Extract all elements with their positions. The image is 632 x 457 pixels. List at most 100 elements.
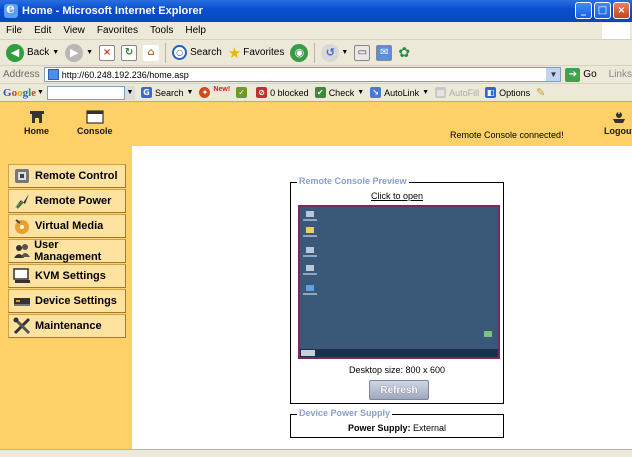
back-arrow-icon: ◀ bbox=[6, 43, 24, 62]
home-nav-link[interactable]: Home bbox=[24, 110, 49, 136]
address-input[interactable]: http://60.248.192.236/home.asp ▼ bbox=[43, 67, 562, 82]
google-search-button[interactable]: G Search ▼ bbox=[140, 87, 194, 98]
connection-status-text: Remote Console connected! bbox=[450, 130, 564, 140]
remote-control-icon bbox=[11, 165, 33, 187]
minimize-button[interactable]: _ bbox=[575, 2, 592, 19]
google-g-icon: G bbox=[140, 87, 152, 98]
forward-arrow-icon: ▶ bbox=[65, 43, 84, 62]
menu-bar: File Edit View Favorites Tools Help bbox=[0, 22, 632, 40]
standard-toolbar: ◀ Back ▼ ▶ ▼ × ↻ ⌂ ○ Search ★ Favorites … bbox=[0, 40, 632, 66]
sidebar-item-device-settings[interactable]: Device Settings bbox=[8, 289, 126, 313]
console-nav-link[interactable]: Console bbox=[77, 110, 113, 136]
stop-button[interactable]: × bbox=[99, 44, 116, 61]
menu-help[interactable]: Help bbox=[179, 25, 212, 36]
star-icon: ★ bbox=[227, 44, 242, 62]
sidebar-item-remote-control[interactable]: Remote Control bbox=[8, 164, 126, 188]
sidebar-item-label: Virtual Media bbox=[35, 220, 104, 232]
spellcheck-icon: ✔ bbox=[314, 87, 326, 98]
page-viewport: Home Console Remote Console connected! L… bbox=[0, 102, 632, 449]
search-dropdown-icon: ▼ bbox=[186, 89, 194, 96]
power-legend: Device Power Supply bbox=[297, 408, 393, 418]
google-toolbar: Google ▼ ▼ G Search ▼ ✦ New! ✓ ⊘ 0 block… bbox=[0, 84, 632, 102]
address-dropdown-icon[interactable]: ▼ bbox=[546, 68, 561, 81]
go-arrow-icon[interactable]: ➔ bbox=[565, 67, 581, 82]
forward-button[interactable]: ▶ ▼ bbox=[65, 43, 93, 62]
autolink-button[interactable]: ↘ AutoLink ▼ bbox=[370, 87, 429, 98]
desktop-icon-label bbox=[303, 255, 317, 257]
toolbar-divider bbox=[314, 42, 316, 63]
back-button[interactable]: ◀ Back ▼ bbox=[6, 43, 59, 62]
sidebar-item-kvm-settings[interactable]: KVM Settings bbox=[8, 264, 126, 288]
popup-blocker-button[interactable]: ⊘ 0 blocked bbox=[256, 87, 309, 98]
history-button[interactable]: ↺ ▼ bbox=[321, 43, 349, 62]
check-label: Check bbox=[328, 87, 355, 98]
options-label: Options bbox=[499, 87, 531, 98]
logout-link[interactable]: Logout bbox=[604, 110, 632, 136]
home-icon bbox=[29, 111, 44, 123]
back-dropdown-icon[interactable]: ▼ bbox=[52, 49, 59, 56]
console-label: Console bbox=[77, 126, 113, 136]
google-search-input[interactable] bbox=[46, 85, 125, 100]
highlighter-button[interactable]: ✎ bbox=[536, 86, 545, 99]
spellcheck-button[interactable]: ✔ Check ▼ bbox=[314, 87, 364, 98]
google-search-label: Search bbox=[154, 87, 184, 98]
media-button[interactable]: ◉ bbox=[290, 43, 309, 62]
go-button[interactable]: Go bbox=[583, 69, 596, 80]
google-logo[interactable]: Google bbox=[3, 87, 36, 99]
sidebar-item-label: Remote Power bbox=[35, 195, 112, 207]
news-button[interactable]: ✦ New! bbox=[199, 86, 230, 98]
sidebar-item-user-management[interactable]: User Management bbox=[8, 239, 126, 263]
autolink-icon: ↘ bbox=[370, 87, 382, 98]
house-icon: ⌂ bbox=[143, 44, 160, 61]
options-button[interactable]: ◧ Options bbox=[485, 87, 530, 98]
media-icon: ◉ bbox=[290, 43, 309, 62]
google-search-dropdown-icon[interactable]: ▼ bbox=[124, 85, 135, 100]
click-to-open-link[interactable]: Click to open bbox=[291, 191, 503, 201]
pagerank-icon: ✓ bbox=[236, 87, 248, 98]
desktop-icon-label bbox=[303, 273, 317, 275]
close-button[interactable]: × bbox=[613, 2, 630, 19]
autofill-button[interactable]: ▤ AutoFill bbox=[435, 87, 479, 98]
mail-button[interactable]: ✉ bbox=[376, 44, 393, 61]
logout-icon bbox=[613, 110, 626, 123]
sidebar-item-virtual-media[interactable]: Virtual Media bbox=[8, 214, 126, 238]
printer-icon: ▭ bbox=[354, 44, 371, 61]
address-url: http://60.248.192.236/home.asp bbox=[61, 69, 189, 80]
favorites-button[interactable]: ★ Favorites bbox=[228, 44, 285, 62]
pagerank-button[interactable]: ✓ bbox=[236, 87, 250, 98]
desktop-icon-label bbox=[303, 293, 317, 295]
favorites-label: Favorites bbox=[243, 47, 285, 58]
toolbar-divider bbox=[165, 42, 167, 63]
refresh-icon: ↻ bbox=[121, 44, 138, 61]
print-button[interactable]: ▭ bbox=[354, 44, 371, 61]
sidebar-item-remote-power[interactable]: Remote Power bbox=[8, 189, 126, 213]
title-bar: Home - Microsoft Internet Explorer _ □ × bbox=[0, 0, 632, 22]
mail-icon: ✉ bbox=[376, 44, 393, 61]
menu-tools[interactable]: Tools bbox=[144, 25, 179, 36]
history-dropdown-icon: ▼ bbox=[341, 49, 349, 56]
links-button[interactable]: Links bbox=[609, 69, 632, 80]
messenger-button[interactable]: ✿ bbox=[398, 44, 410, 61]
desktop-icon bbox=[306, 285, 314, 291]
menu-view[interactable]: View bbox=[57, 25, 91, 36]
browser-window: Home - Microsoft Internet Explorer _ □ ×… bbox=[0, 0, 632, 457]
google-menu-dropdown-icon[interactable]: ▼ bbox=[37, 89, 44, 96]
preview-start-button bbox=[301, 350, 315, 356]
home-browser-button[interactable]: ⌂ bbox=[143, 44, 160, 61]
desktop-icon bbox=[306, 265, 314, 271]
menu-favorites[interactable]: Favorites bbox=[91, 25, 144, 36]
refresh-browser-button[interactable]: ↻ bbox=[121, 44, 138, 61]
sidebar-item-maintenance[interactable]: Maintenance bbox=[8, 314, 126, 338]
menu-file[interactable]: File bbox=[0, 25, 28, 36]
windows-logo-icon bbox=[602, 23, 630, 39]
device-power-supply-panel: Device Power Supply Power Supply: Extern… bbox=[290, 408, 504, 438]
pencil-icon: ✎ bbox=[536, 87, 546, 99]
users-icon bbox=[11, 240, 32, 262]
refresh-button[interactable]: Refresh bbox=[369, 380, 429, 400]
kvm-header: Home Console Remote Console connected! L… bbox=[0, 102, 632, 146]
console-preview-image[interactable] bbox=[298, 205, 500, 359]
maximize-button[interactable]: □ bbox=[594, 2, 611, 19]
options-icon: ◧ bbox=[485, 87, 497, 98]
search-button[interactable]: ○ Search bbox=[172, 45, 222, 60]
menu-edit[interactable]: Edit bbox=[28, 25, 57, 36]
